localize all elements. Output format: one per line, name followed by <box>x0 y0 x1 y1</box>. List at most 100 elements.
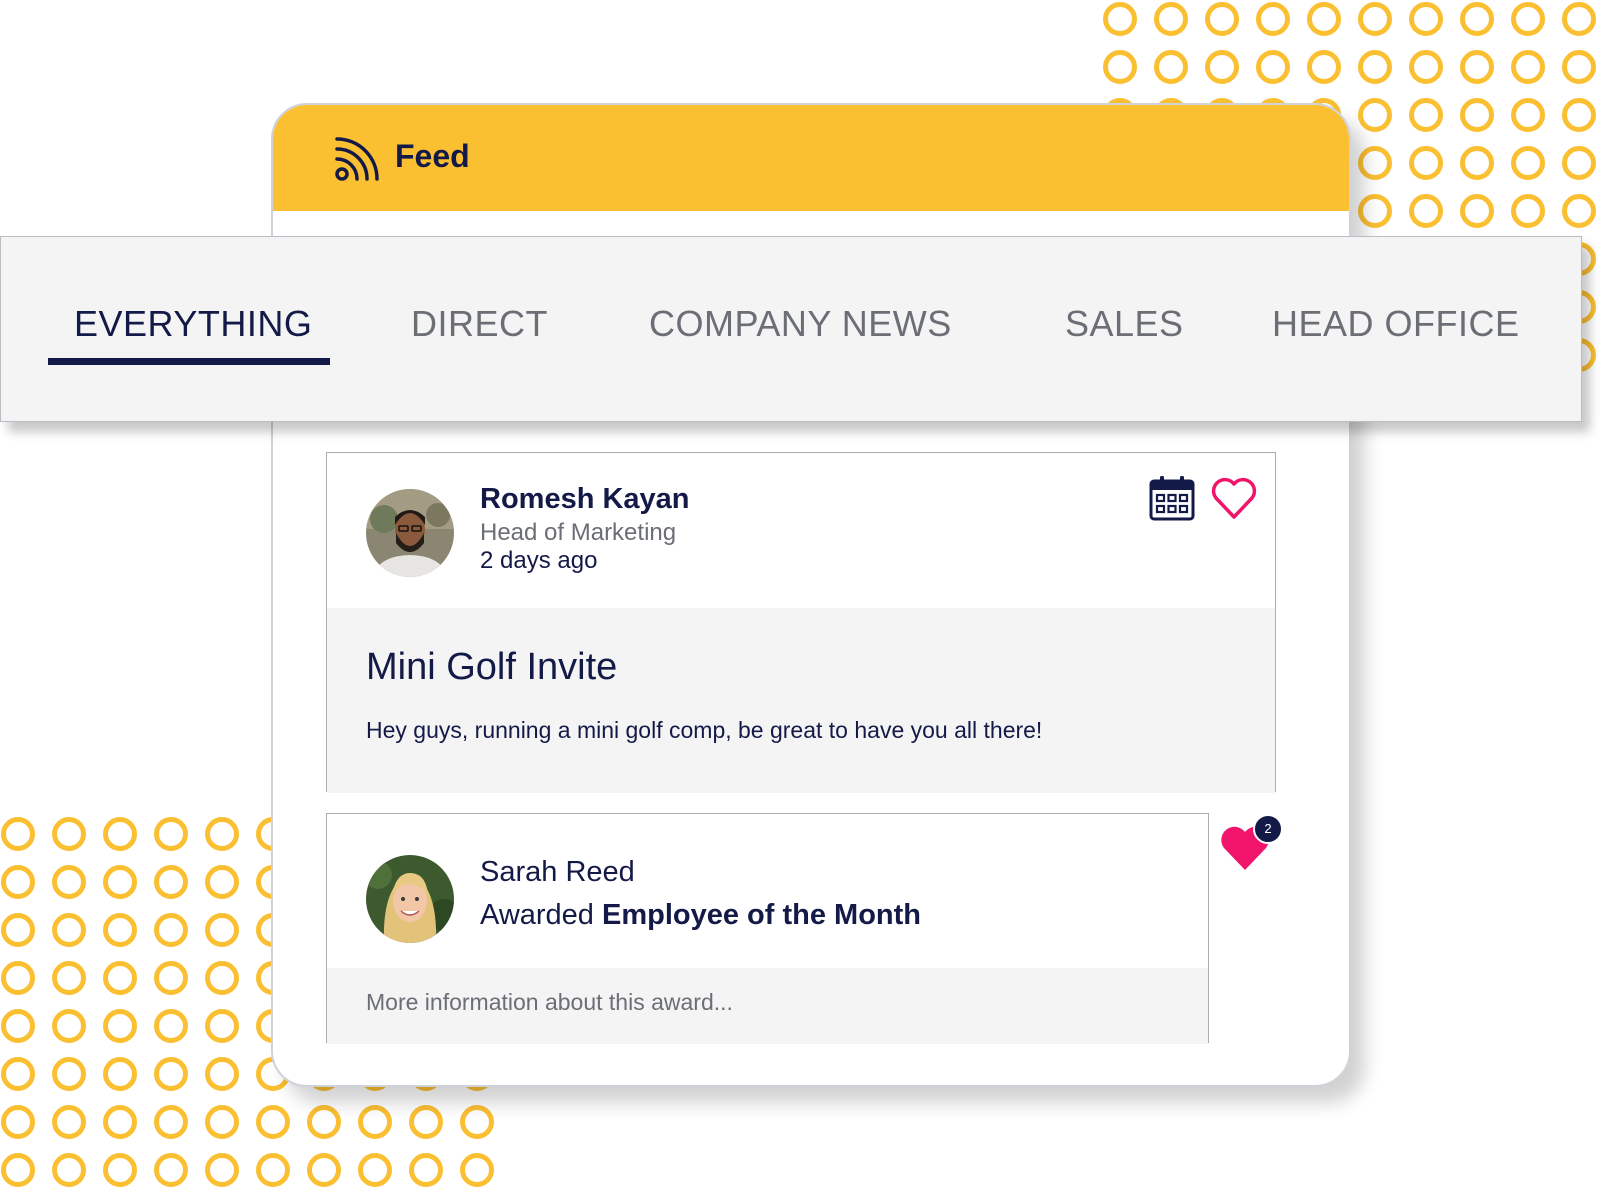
tab-company-news[interactable]: COMPANY NEWS <box>649 303 952 345</box>
decorative-ring <box>52 1057 86 1091</box>
decorative-ring <box>1256 2 1290 36</box>
decorative-ring <box>52 913 86 947</box>
decorative-ring <box>1562 194 1596 228</box>
decorative-ring <box>1460 50 1494 84</box>
award-post[interactable]: Sarah Reed Awarded Employee of the Month… <box>326 813 1209 1044</box>
decorative-ring <box>1 1153 35 1187</box>
tab-sales[interactable]: SALES <box>1065 303 1184 345</box>
feed-post[interactable]: Romesh Kayan Head of Marketing 2 days ag… <box>326 452 1276 793</box>
rss-feed-icon <box>335 137 379 181</box>
decorative-ring <box>154 1153 188 1187</box>
decorative-ring <box>205 1105 239 1139</box>
decorative-ring <box>1 961 35 995</box>
post-body: Mini Golf Invite Hey guys, running a min… <box>327 608 1275 793</box>
decorative-ring <box>460 1105 494 1139</box>
decorative-ring <box>205 817 239 851</box>
decorative-ring <box>154 961 188 995</box>
award-info-link[interactable]: More information about this award... <box>366 989 733 1016</box>
decorative-ring <box>1511 98 1545 132</box>
decorative-ring <box>1 1009 35 1043</box>
decorative-ring <box>409 1105 443 1139</box>
decorative-ring <box>1205 2 1239 36</box>
decorative-ring <box>256 1153 290 1187</box>
decorative-ring <box>52 1153 86 1187</box>
like-button[interactable]: 2 <box>1219 814 1283 874</box>
decorative-ring <box>1409 50 1443 84</box>
decorative-ring <box>52 961 86 995</box>
decorative-ring <box>1 1057 35 1091</box>
decorative-ring <box>154 1105 188 1139</box>
decorative-ring <box>1358 194 1392 228</box>
decorative-ring <box>52 865 86 899</box>
decorative-ring <box>1511 146 1545 180</box>
decorative-ring <box>1205 50 1239 84</box>
decorative-ring <box>1409 146 1443 180</box>
decorative-ring <box>52 1105 86 1139</box>
decorative-ring <box>358 1153 392 1187</box>
tab-everything[interactable]: EVERYTHING <box>74 303 312 345</box>
decorative-ring <box>1409 98 1443 132</box>
decorative-ring <box>460 1153 494 1187</box>
decorative-ring <box>103 1057 137 1091</box>
decorative-ring <box>1358 146 1392 180</box>
decorative-ring <box>1562 98 1596 132</box>
decorative-ring <box>1307 2 1341 36</box>
post-footer: More information about this award... <box>327 968 1208 1044</box>
decorative-ring <box>1511 194 1545 228</box>
decorative-ring <box>1511 50 1545 84</box>
post-text: Hey guys, running a mini golf comp, be g… <box>366 717 1043 743</box>
decorative-ring <box>52 1009 86 1043</box>
decorative-ring <box>1409 194 1443 228</box>
decorative-ring <box>205 1057 239 1091</box>
decorative-ring <box>1460 194 1494 228</box>
award-name: Employee of the Month <box>602 899 921 931</box>
decorative-ring <box>103 1009 137 1043</box>
decorative-ring <box>307 1105 341 1139</box>
decorative-ring <box>154 1009 188 1043</box>
post-timestamp: 2 days ago <box>480 547 598 574</box>
decorative-ring <box>205 961 239 995</box>
decorative-ring <box>1154 2 1188 36</box>
decorative-ring <box>205 865 239 899</box>
decorative-ring <box>1 913 35 947</box>
avatar <box>366 489 454 577</box>
feed-header: Feed <box>273 105 1349 211</box>
decorative-ring <box>205 1153 239 1187</box>
active-tab-indicator <box>48 358 330 365</box>
decorative-ring <box>103 865 137 899</box>
author-name[interactable]: Romesh Kayan <box>480 483 690 516</box>
decorative-ring <box>103 1153 137 1187</box>
decorative-ring <box>154 913 188 947</box>
heart-outline-icon[interactable] <box>1211 476 1257 520</box>
decorative-ring <box>1 865 35 899</box>
decorative-ring <box>103 913 137 947</box>
decorative-ring <box>205 1009 239 1043</box>
decorative-ring <box>1511 2 1545 36</box>
decorative-ring <box>1409 2 1443 36</box>
tab-head-office[interactable]: HEAD OFFICE <box>1272 303 1520 345</box>
award-description: Awarded Employee of the Month <box>480 899 921 932</box>
decorative-ring <box>1256 50 1290 84</box>
author-name[interactable]: Sarah Reed <box>480 856 635 889</box>
decorative-ring <box>409 1153 443 1187</box>
decorative-ring <box>1103 50 1137 84</box>
decorative-ring <box>1358 2 1392 36</box>
decorative-ring <box>1460 146 1494 180</box>
avatar <box>366 855 454 943</box>
decorative-ring <box>1562 50 1596 84</box>
decorative-ring <box>103 1105 137 1139</box>
decorative-ring <box>1358 50 1392 84</box>
feed-title: Feed <box>395 138 470 174</box>
tab-direct[interactable]: DIRECT <box>411 303 548 345</box>
decorative-ring <box>1154 50 1188 84</box>
award-prefix: Awarded <box>480 899 602 931</box>
like-count-badge: 2 <box>1253 814 1283 844</box>
decorative-ring <box>358 1105 392 1139</box>
decorative-ring <box>1562 146 1596 180</box>
decorative-ring <box>1307 50 1341 84</box>
decorative-ring <box>103 817 137 851</box>
decorative-ring <box>52 817 86 851</box>
decorative-ring <box>1 1105 35 1139</box>
feed-tab-bar: EVERYTHING DIRECT COMPANY NEWS SALES HEA… <box>0 236 1582 422</box>
calendar-icon[interactable] <box>1149 475 1195 521</box>
